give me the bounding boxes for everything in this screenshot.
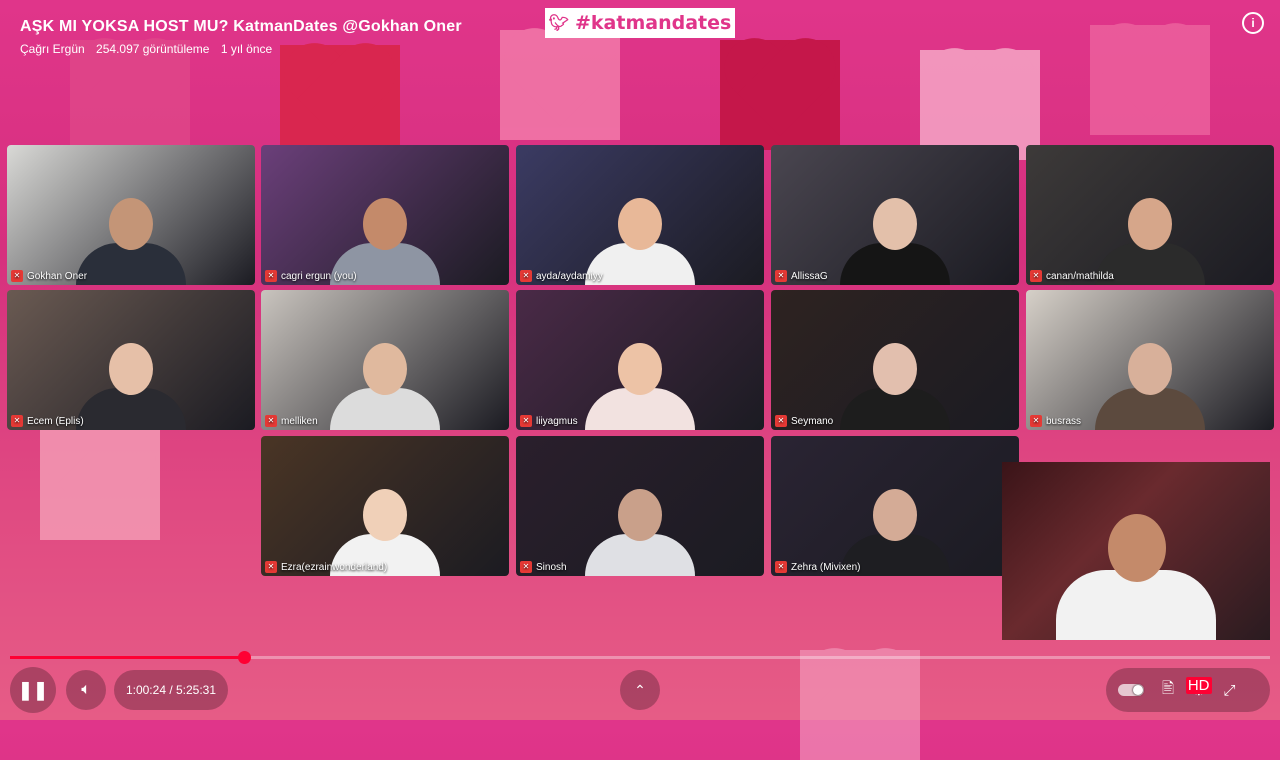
participant-figure (1095, 335, 1205, 430)
participant-tile: ✕ Gokhan Oner (7, 145, 255, 285)
progress-played (10, 656, 244, 659)
hd-badge: HD (1185, 677, 1212, 694)
participant-tile: ✕ Seymano (771, 290, 1019, 430)
participant-name: cagri ergun (you) (281, 270, 357, 282)
muted-mic-icon: ✕ (265, 561, 277, 573)
participant-tile: ✕ Zehra (Mivixen) (771, 436, 1019, 576)
participant-label: ✕ canan/mathilda (1030, 270, 1114, 282)
participant-name: Zehra (Mivixen) (791, 561, 861, 573)
background-heart (70, 40, 190, 150)
participant-name: melliken (281, 415, 318, 427)
participant-tile: ✕ busrass (1026, 290, 1274, 430)
pause-icon: ❚❚ (17, 679, 49, 700)
background-heart (800, 650, 920, 760)
participant-figure (76, 335, 186, 430)
player-settings-group: 🖹 ⚙HD ⤢ (1106, 668, 1270, 712)
speaker-icon: 🔈︎ (81, 681, 91, 698)
video-title[interactable]: AŞK MI YOKSA HOST MU? KatmanDates @Gokha… (20, 18, 462, 36)
background-heart (280, 45, 400, 155)
info-icon[interactable]: i (1242, 12, 1264, 34)
participant-figure (76, 190, 186, 285)
participant-label: ✕ Zehra (Mivixen) (775, 561, 860, 573)
participant-figure (585, 335, 695, 430)
participant-label: ✕ ayda/aydamiyy (520, 270, 603, 282)
muted-mic-icon: ✕ (265, 415, 277, 427)
muted-mic-icon: ✕ (1030, 415, 1042, 427)
participant-name: AllissaG (791, 270, 828, 282)
hashtag-banner: 🐦︎ #katmandates (545, 8, 735, 38)
video-header: AŞK MI YOKSA HOST MU? KatmanDates @Gokha… (20, 18, 462, 56)
participant-tile: ✕ melliken (261, 290, 509, 430)
participant-label: ✕ liiyagmus (520, 415, 578, 427)
background-heart (40, 430, 160, 540)
participant-tile: ✕ AllissaG (771, 145, 1019, 285)
expand-chapters-button[interactable]: ⌃ (620, 670, 660, 710)
progress-bar[interactable] (10, 651, 1270, 664)
muted-mic-icon: ✕ (1030, 270, 1042, 282)
chevron-up-icon: ⌃ (634, 681, 646, 698)
participant-figure (840, 190, 950, 285)
participant-name: Seymano (791, 415, 834, 427)
time-display: 1:00:24 / 5:25:31 (114, 670, 228, 710)
participant-name: Ecem (Eplis) (27, 415, 84, 427)
participant-label: ✕ AllissaG (775, 270, 828, 282)
participant-tile: ✕ liiyagmus (516, 290, 764, 430)
muted-mic-icon: ✕ (775, 561, 787, 573)
muted-mic-icon: ✕ (775, 415, 787, 427)
participant-tile: ✕ Ezra(ezrainwonderland) (261, 436, 509, 576)
participant-label: ✕ Seymano (775, 415, 833, 427)
muted-mic-icon: ✕ (520, 415, 532, 427)
scrubber-handle[interactable] (237, 651, 251, 664)
background-heart (920, 50, 1040, 160)
muted-mic-icon: ✕ (11, 270, 23, 282)
muted-mic-icon: ✕ (265, 270, 277, 282)
participant-name: Sinosh (536, 561, 567, 573)
captions-icon[interactable]: 🖹 (1162, 678, 1174, 703)
exit-fullscreen-icon[interactable]: ⤢ (1224, 682, 1236, 699)
participant-name: liiyagmus (536, 415, 578, 427)
volume-button[interactable]: 🔈︎ (66, 670, 106, 710)
twitter-bird-icon: 🐦︎ (548, 15, 569, 32)
muted-mic-icon: ✕ (11, 415, 23, 427)
participant-name: busrass (1046, 415, 1082, 427)
settings-gear-icon[interactable]: ⚙HD (1185, 677, 1212, 699)
participant-figure (585, 481, 695, 576)
video-meta: Çağrı Ergün 254.097 görüntüleme 1 yıl ön… (20, 42, 462, 56)
autoplay-toggle[interactable] (1118, 684, 1144, 696)
participant-tile: ✕ ayda/aydamiyy (516, 145, 764, 285)
participant-label: ✕ cagri ergun (you) (265, 270, 357, 282)
participant-label: ✕ Sinosh (520, 561, 567, 573)
muted-mic-icon: ✕ (520, 561, 532, 573)
participant-figure (840, 335, 950, 430)
participant-label: ✕ Gokhan Oner (11, 270, 87, 282)
participant-name: Ezra(ezrainwonderland) (281, 561, 388, 573)
channel-name[interactable]: Çağrı Ergün (20, 42, 85, 56)
pause-button[interactable]: ❚❚ (10, 667, 56, 713)
background-heart (1090, 25, 1210, 135)
background-heart (720, 40, 840, 150)
participant-tile: ✕ Ecem (Eplis) (7, 290, 255, 430)
participant-tile: ✕ cagri ergun (you) (261, 145, 509, 285)
upload-age: 1 yıl önce (220, 42, 273, 56)
hashtag-text: #katmandates (575, 12, 732, 34)
participant-label: ✕ Ecem (Eplis) (11, 415, 84, 427)
streamer-figure (1056, 500, 1216, 640)
participant-name: Gokhan Oner (27, 270, 88, 282)
muted-mic-icon: ✕ (520, 270, 532, 282)
view-count: 254.097 görüntüleme (96, 42, 210, 56)
background-heart (500, 30, 620, 140)
participant-name: ayda/aydamiyy (536, 270, 603, 282)
participant-label: ✕ melliken (265, 415, 318, 427)
participant-figure (330, 335, 440, 430)
participant-label: ✕ busrass (1030, 415, 1081, 427)
participant-tile: ✕ Sinosh (516, 436, 764, 576)
participant-tile: ✕ canan/mathilda (1026, 145, 1274, 285)
muted-mic-icon: ✕ (775, 270, 787, 282)
participant-label: ✕ Ezra(ezrainwonderland) (265, 561, 387, 573)
streamer-webcam-overlay (1002, 462, 1270, 640)
participant-name: canan/mathilda (1046, 270, 1114, 282)
